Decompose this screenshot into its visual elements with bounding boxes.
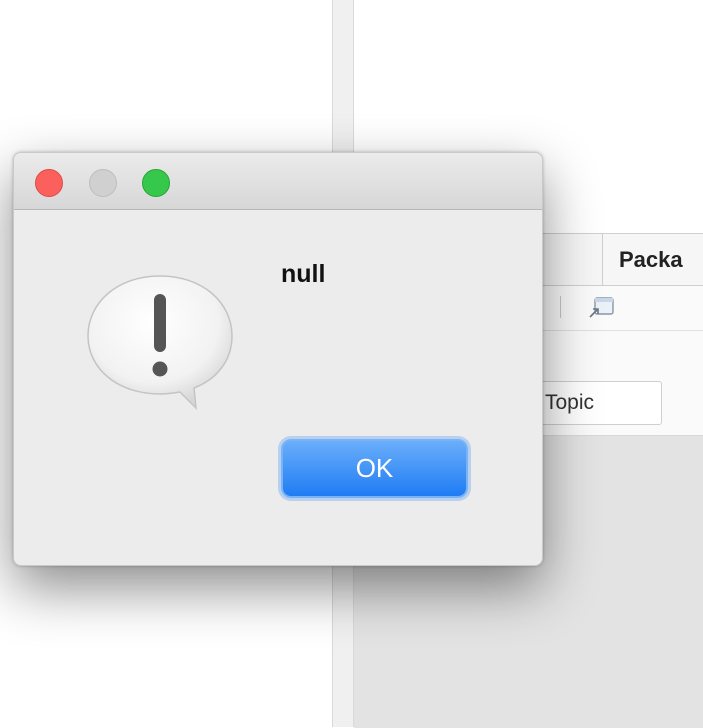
alert-icon — [87, 275, 233, 411]
toolbar-divider — [560, 296, 561, 318]
alert-dialog: null OK — [13, 152, 543, 566]
maximize-icon[interactable] — [142, 169, 170, 197]
ok-button[interactable]: OK — [281, 439, 468, 498]
minimize-icon[interactable] — [89, 169, 117, 197]
close-icon[interactable] — [35, 169, 63, 197]
alert-message: null — [281, 260, 326, 288]
dialog-titlebar[interactable] — [14, 153, 542, 210]
tab-packages[interactable]: Packa — [602, 234, 703, 285]
popout-window-icon[interactable] — [586, 295, 616, 321]
